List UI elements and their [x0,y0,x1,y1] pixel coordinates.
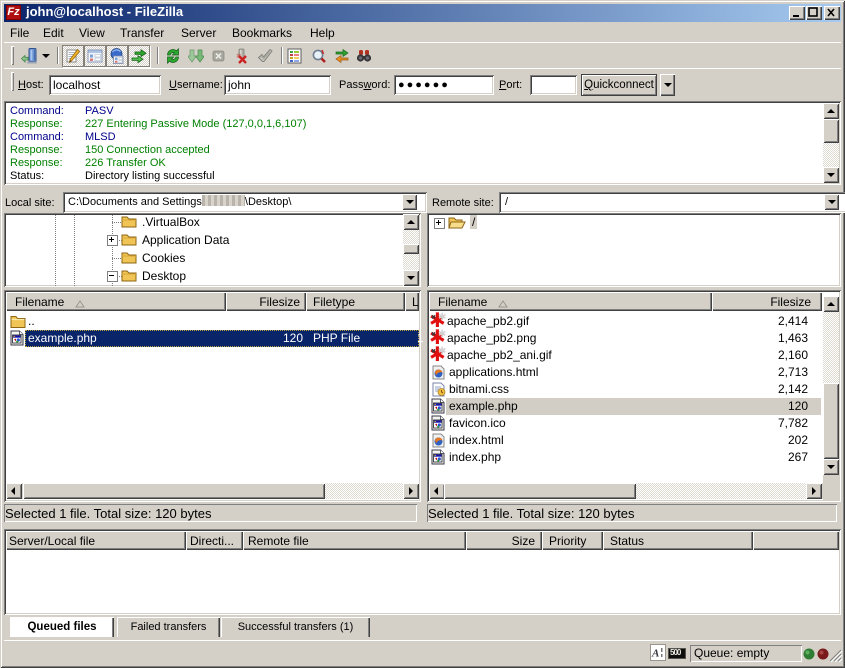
svg-text:A: A [651,648,659,660]
